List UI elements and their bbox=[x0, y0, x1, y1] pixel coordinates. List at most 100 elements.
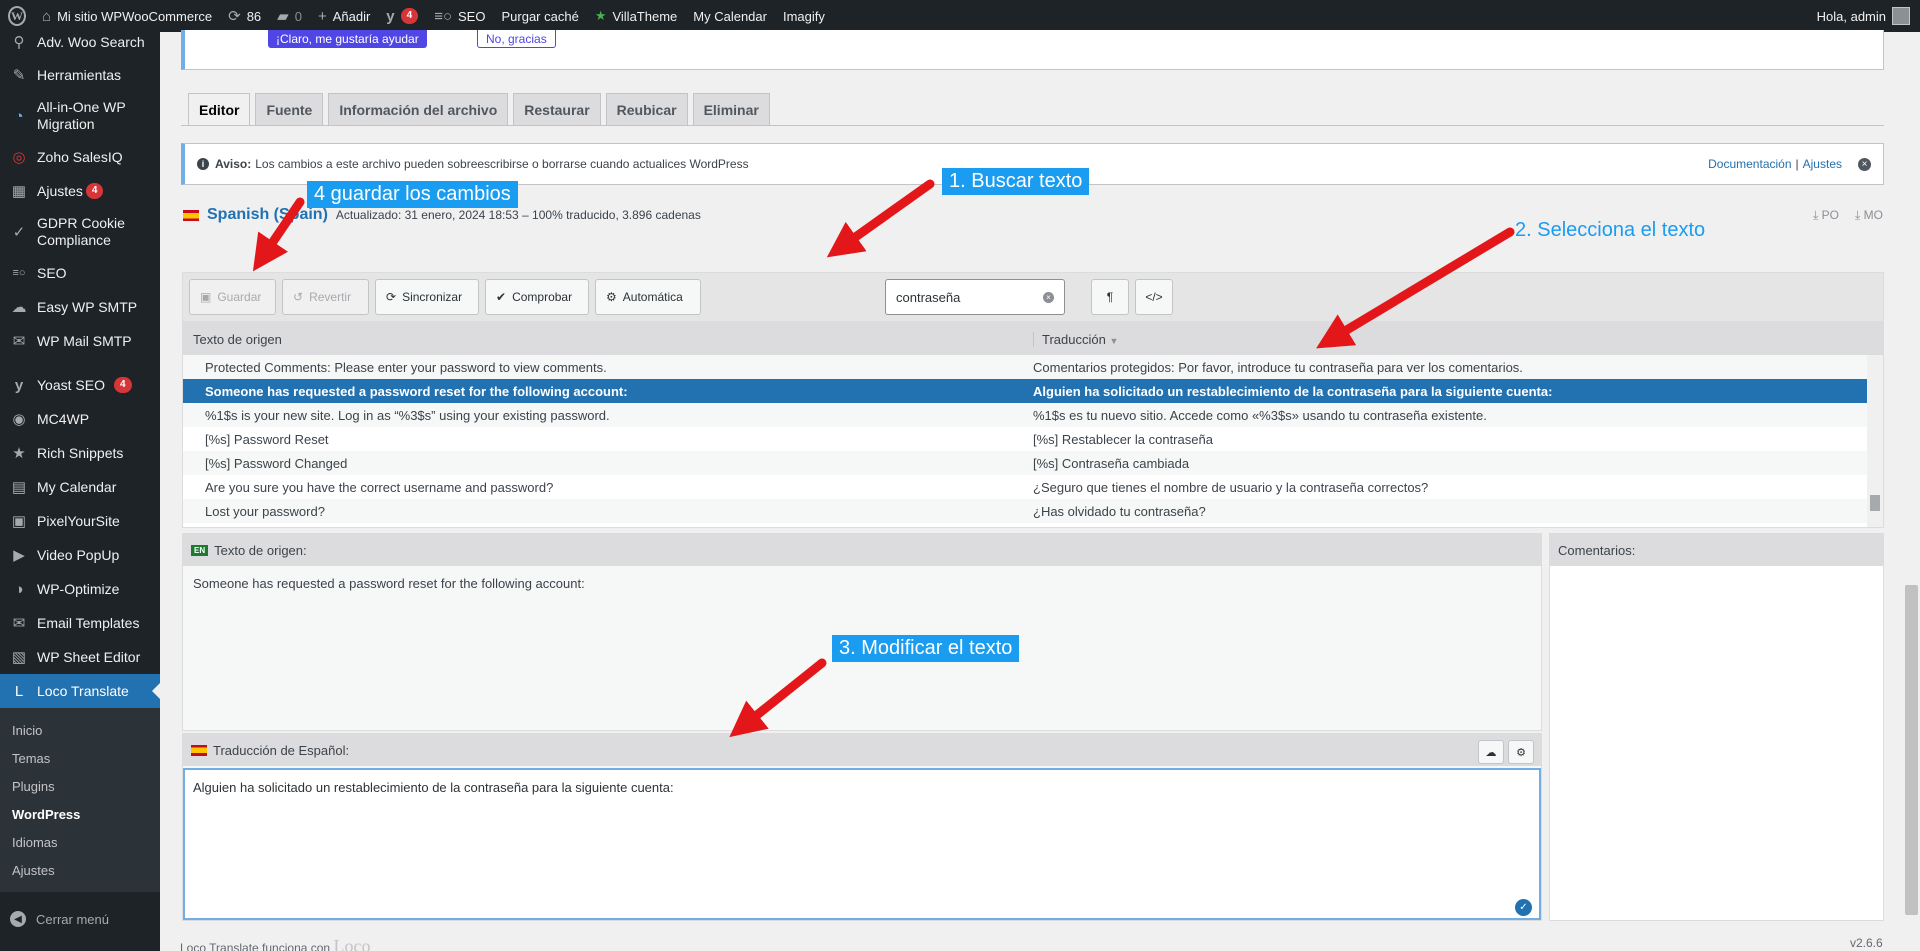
code-view-button[interactable]: </> bbox=[1135, 279, 1173, 315]
sidebar-item-pixelyoursite[interactable]: ▣ PixelYourSite bbox=[0, 504, 160, 538]
row-translation: [%s] Contraseña cambiada bbox=[1033, 455, 1190, 471]
video-icon: ▶ bbox=[13, 547, 25, 564]
imagify-link[interactable]: Imagify bbox=[775, 0, 833, 32]
site-name: Mi sitio WPWooCommerce bbox=[57, 8, 213, 24]
sidebar-item-label: PixelYourSite bbox=[37, 513, 120, 529]
tab-eliminar[interactable]: Eliminar bbox=[692, 93, 770, 125]
language-name[interactable]: Spanish (Spain) bbox=[207, 206, 328, 224]
comments-panel-header: Comentarios: bbox=[1550, 534, 1883, 566]
yoast-icon: y bbox=[14, 376, 24, 394]
submenu-ajustes[interactable]: Ajustes bbox=[0, 856, 160, 884]
submenu-temas[interactable]: Temas bbox=[0, 744, 160, 772]
sidebar-item-video-popup[interactable]: ▶ Video PopUp bbox=[0, 538, 160, 572]
info-icon: i bbox=[197, 158, 209, 170]
sidebar-item-herramientas[interactable]: ✎ Herramientas bbox=[0, 58, 160, 92]
imagify-label: Imagify bbox=[782, 8, 825, 24]
table-row[interactable]: Lost your password? ¿Has olvidado tu cont… bbox=[183, 499, 1867, 523]
sidebar-item-email-templates[interactable]: ✉ Email Templates bbox=[0, 606, 160, 640]
revert-button[interactable]: ↺ Revertir bbox=[282, 279, 369, 315]
submenu-inicio[interactable]: Inicio bbox=[0, 716, 160, 744]
save-button[interactable]: ▣ Guardar bbox=[189, 279, 276, 315]
column-source[interactable]: Texto de origen bbox=[183, 332, 1033, 347]
page-scrollbar-thumb[interactable] bbox=[1905, 585, 1918, 915]
documentation-link[interactable]: Documentación bbox=[1708, 157, 1791, 171]
tab-editor[interactable]: Editor bbox=[188, 93, 251, 125]
settings-link[interactable]: Ajustes bbox=[1803, 157, 1842, 171]
table-row[interactable]: Protected Comments: Please enter your pa… bbox=[183, 355, 1867, 379]
download-mo-button[interactable]: ⤓ MO bbox=[1855, 208, 1883, 223]
submenu-idiomas[interactable]: Idiomas bbox=[0, 828, 160, 856]
download-po-button[interactable]: ⤓ PO bbox=[1813, 208, 1839, 223]
sidebar-item-wp-mail-smtp[interactable]: ✉ WP Mail SMTP bbox=[0, 324, 160, 358]
table-row[interactable]: %1$s is your new site. Log in as “%3$s” … bbox=[183, 403, 1867, 427]
submenu-plugins[interactable]: Plugins bbox=[0, 772, 160, 800]
updates-count: 86 bbox=[246, 8, 262, 24]
sidebar-item-rich-snippets[interactable]: ★ Rich Snippets bbox=[0, 436, 160, 470]
row-source: [%s] Password Reset bbox=[205, 431, 329, 447]
sidebar-item-wp-sheet-editor[interactable]: ▧ WP Sheet Editor bbox=[0, 640, 160, 674]
sidebar-item-all-in-one-migration[interactable]: ◔ All-in-One WP Migration bbox=[0, 92, 160, 140]
sidebar-item-zoho-salesiq[interactable]: ◎ Zoho SalesIQ bbox=[0, 140, 160, 174]
sidebar-item-mc4wp[interactable]: ◉ MC4WP bbox=[0, 402, 160, 436]
grid-header: Texto de origen Traducción ▼ bbox=[183, 323, 1883, 355]
submenu-wordpress[interactable]: WordPress bbox=[0, 800, 160, 828]
sidebar-item-gdpr[interactable]: ✓ GDPR Cookie Compliance bbox=[0, 208, 160, 256]
account-menu[interactable]: Hola, admin bbox=[1817, 7, 1920, 25]
footer-text: Loco Translate funciona con bbox=[180, 941, 331, 951]
revert-icon: ↺ bbox=[293, 290, 304, 304]
tab-informacion[interactable]: Información del archivo bbox=[328, 93, 509, 125]
add-new-link[interactable]: + Añadir bbox=[310, 0, 378, 32]
robot-button[interactable]: ⚙ bbox=[1508, 740, 1534, 764]
mc4wp-icon: ◉ bbox=[12, 411, 26, 428]
table-row-selected[interactable]: Someone has requested a password reset f… bbox=[183, 379, 1867, 403]
show-invisibles-button[interactable]: ¶ bbox=[1091, 279, 1129, 315]
sync-label: Sincronizar bbox=[402, 290, 463, 304]
sidebar-item-adv-woo-search[interactable]: ⚲ Adv. Woo Search bbox=[0, 32, 160, 52]
no-thanks-button[interactable]: No, gracias bbox=[477, 30, 556, 48]
row-translation: ¿Has olvidado tu contraseña? bbox=[1033, 503, 1206, 519]
sync-icon: ⟳ bbox=[386, 290, 397, 304]
my-calendar-link[interactable]: My Calendar bbox=[685, 0, 775, 32]
collapse-menu-button[interactable]: ◀ Cerrar menú bbox=[0, 902, 160, 936]
comments-link[interactable]: ▰ 0 bbox=[269, 0, 310, 32]
cloud-button[interactable]: ☁ bbox=[1478, 740, 1504, 764]
sidebar-item-label: WP Sheet Editor bbox=[37, 649, 141, 665]
table-row[interactable]: Are you sure you have the correct userna… bbox=[183, 475, 1867, 499]
check-button[interactable]: ✔ Comprobar bbox=[485, 279, 589, 315]
purge-cache-label: Purgar caché bbox=[501, 8, 579, 24]
translation-textarea[interactable]: Alguien ha solicitado un restablecimient… bbox=[183, 768, 1541, 920]
row-translation: %1$s es tu nuevo sitio. Accede como «%3$… bbox=[1033, 407, 1487, 423]
table-row[interactable]: [%s] Password Changed [%s] Contraseña cam… bbox=[183, 451, 1867, 475]
updates-link[interactable]: ⟳ 86 bbox=[220, 0, 269, 32]
purge-cache-link[interactable]: Purgar caché bbox=[493, 0, 586, 32]
avatar bbox=[1892, 7, 1910, 25]
yes-help-button[interactable]: ¡Claro, me gustaría ayudar bbox=[268, 30, 427, 48]
yoast-link[interactable]: y4 bbox=[378, 0, 426, 32]
seo-link[interactable]: ≡○ SEO bbox=[426, 0, 493, 32]
sidebar-item-seo[interactable]: ≡○ SEO bbox=[0, 256, 160, 290]
grid-scrollbar-thumb[interactable] bbox=[1870, 495, 1880, 511]
sidebar-item-easy-wp-smtp[interactable]: ☁ Easy WP SMTP bbox=[0, 290, 160, 324]
villatheme-link[interactable]: ★ VillaTheme bbox=[587, 0, 685, 32]
tab-reubicar[interactable]: Reubicar bbox=[605, 93, 688, 125]
source-panel: EN Texto de origen: Someone has requeste… bbox=[182, 533, 1542, 731]
tab-fuente[interactable]: Fuente bbox=[255, 93, 324, 125]
sidebar-item-ajustes[interactable]: ▦ Ajustes 4 bbox=[0, 174, 160, 208]
wordpress-logo-button[interactable]: W bbox=[0, 0, 34, 32]
search-input[interactable] bbox=[885, 279, 1065, 315]
column-translation[interactable]: Traducción ▼ bbox=[1033, 331, 1883, 347]
sidebar-item-my-calendar[interactable]: ▤ My Calendar bbox=[0, 470, 160, 504]
auto-translate-button[interactable]: ⚙ Automática bbox=[595, 279, 701, 315]
close-icon[interactable]: × bbox=[1858, 157, 1871, 171]
sync-button[interactable]: ⟳ Sincronizar bbox=[375, 279, 479, 315]
tab-restaurar[interactable]: Restaurar bbox=[513, 93, 601, 125]
sidebar-item-yoast-seo[interactable]: y Yoast SEO 4 bbox=[0, 368, 160, 402]
seo-icon: ≡○ bbox=[12, 267, 26, 279]
grid-scrollbar[interactable] bbox=[1867, 355, 1883, 527]
site-name-link[interactable]: ⌂ Mi sitio WPWooCommerce bbox=[34, 0, 220, 32]
sidebar-item-wp-optimize[interactable]: ◑ WP-Optimize bbox=[0, 572, 160, 606]
check-label: Comprobar bbox=[512, 290, 573, 304]
sidebar-item-loco-translate[interactable]: L Loco Translate bbox=[0, 674, 160, 708]
clear-search-icon[interactable]: × bbox=[1043, 292, 1054, 303]
table-row[interactable]: [%s] Password Reset [%s] Restablecer la c… bbox=[183, 427, 1867, 451]
